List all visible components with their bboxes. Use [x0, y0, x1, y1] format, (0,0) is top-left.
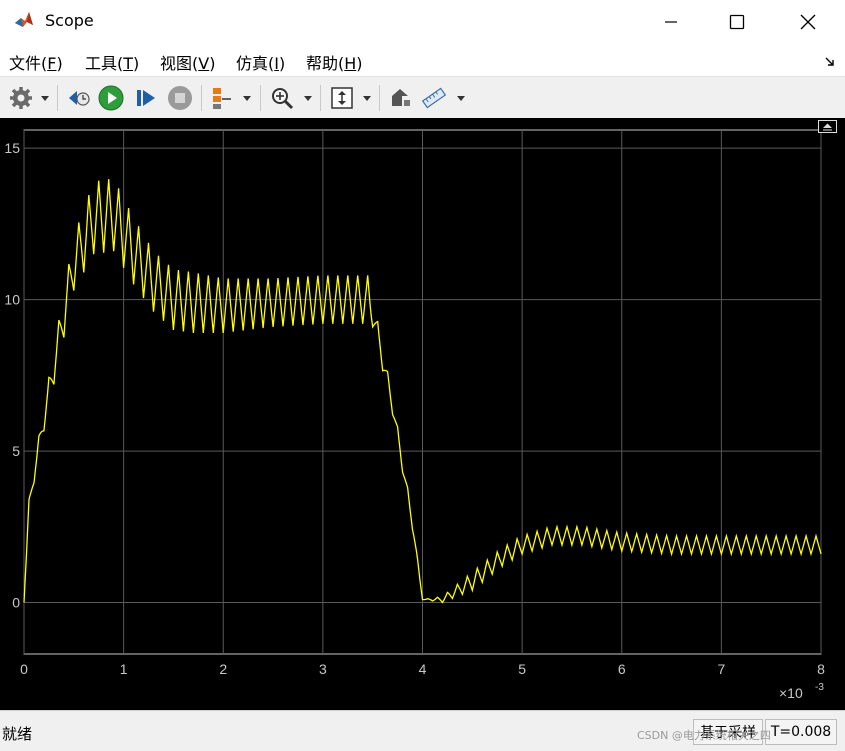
toolbar-separator	[260, 85, 261, 111]
y-tick-label: 10	[4, 292, 20, 308]
x-tick-label: 3	[319, 661, 327, 677]
undock-axes-icon[interactable]	[818, 120, 838, 134]
x-tick-label: 6	[618, 661, 626, 677]
step-back-button[interactable]	[64, 83, 94, 113]
x-tick-label: 7	[717, 661, 725, 677]
toolbar	[0, 76, 845, 119]
x-tick-label: 1	[120, 661, 128, 677]
stop-button[interactable]	[165, 83, 195, 113]
matlab-logo-icon	[13, 9, 35, 31]
measurements-dropdown[interactable]	[454, 83, 468, 113]
signal-triggers-icon	[213, 88, 231, 109]
scope-display[interactable]: 0 1 2 3 4 5 6 7 8 0 5 10 15 ×10 -3	[0, 118, 845, 710]
menu-view[interactable]: 视图(V)	[160, 50, 215, 74]
toolbar-separator	[57, 85, 58, 111]
x-exponent-power: -3	[815, 682, 824, 693]
step-forward-icon	[137, 90, 155, 106]
dropdown-arrow-icon	[304, 95, 312, 101]
x-tick-label: 0	[20, 661, 28, 677]
triggers-dropdown[interactable]	[240, 83, 254, 113]
maximize-button[interactable]	[714, 0, 760, 44]
y-tick-label: 5	[12, 443, 20, 459]
settings-dropdown[interactable]	[38, 83, 52, 113]
close-icon	[800, 14, 816, 30]
highlight-block-button[interactable]	[385, 83, 415, 113]
toolbar-separator	[201, 85, 202, 111]
step-forward-button[interactable]	[131, 83, 161, 113]
run-play-icon	[98, 85, 124, 111]
zoom-button[interactable]	[267, 83, 297, 113]
settings-button[interactable]	[6, 83, 36, 113]
dropdown-arrow-icon	[41, 95, 49, 101]
minimize-icon	[665, 21, 677, 23]
step-back-icon	[69, 91, 90, 106]
measurements-button[interactable]	[419, 83, 449, 113]
minimize-button[interactable]	[648, 0, 694, 44]
toolbar-separator	[379, 85, 380, 111]
scale-dropdown[interactable]	[360, 83, 374, 113]
x-tick-label: 5	[518, 661, 526, 677]
triggers-button[interactable]	[207, 83, 237, 113]
status-ready: 就绪	[2, 725, 33, 743]
undock-arrow-icon[interactable]	[824, 55, 836, 67]
stop-icon	[168, 86, 192, 110]
csdn-watermark: CSDN @电力系统相关之四	[637, 729, 771, 742]
zoom-in-icon	[272, 88, 294, 110]
maximize-icon	[729, 14, 745, 30]
x-tick-label: 2	[219, 661, 227, 677]
run-button[interactable]	[96, 83, 126, 113]
menu-help[interactable]: 帮助(H)	[306, 50, 363, 74]
highlight-simulink-block-icon	[392, 89, 410, 106]
dropdown-arrow-icon	[243, 95, 251, 101]
settings-gear-icon	[10, 87, 32, 109]
menu-file[interactable]: 文件(F)	[9, 50, 63, 74]
y-tick-label: 15	[4, 140, 20, 156]
scope-chart[interactable]: 0 1 2 3 4 5 6 7 8 0 5 10 15 ×10 -3	[0, 118, 845, 710]
title-bar: Scope	[0, 0, 845, 44]
dropdown-arrow-icon	[363, 95, 371, 101]
x-tick-label: 8	[817, 661, 825, 677]
scale-axes-icon	[331, 87, 353, 109]
menu-simulation[interactable]: 仿真(I)	[236, 50, 285, 74]
sim-time-indicator: T=0.008	[765, 719, 837, 745]
window-title: Scope	[45, 11, 94, 30]
measurements-ruler-icon	[421, 87, 447, 109]
x-tick-label: 4	[419, 661, 427, 677]
close-button[interactable]	[785, 0, 831, 44]
dropdown-arrow-icon	[457, 95, 465, 101]
menu-bar: 文件(F) 工具(T) 视图(V) 仿真(I) 帮助(H)	[0, 44, 845, 76]
toolbar-separator	[320, 85, 321, 111]
menu-tools[interactable]: 工具(T)	[85, 50, 139, 74]
zoom-dropdown[interactable]	[301, 83, 315, 113]
scale-axes-button[interactable]	[327, 83, 357, 113]
x-exponent-label: ×10	[779, 685, 803, 701]
y-tick-label: 0	[12, 595, 20, 611]
